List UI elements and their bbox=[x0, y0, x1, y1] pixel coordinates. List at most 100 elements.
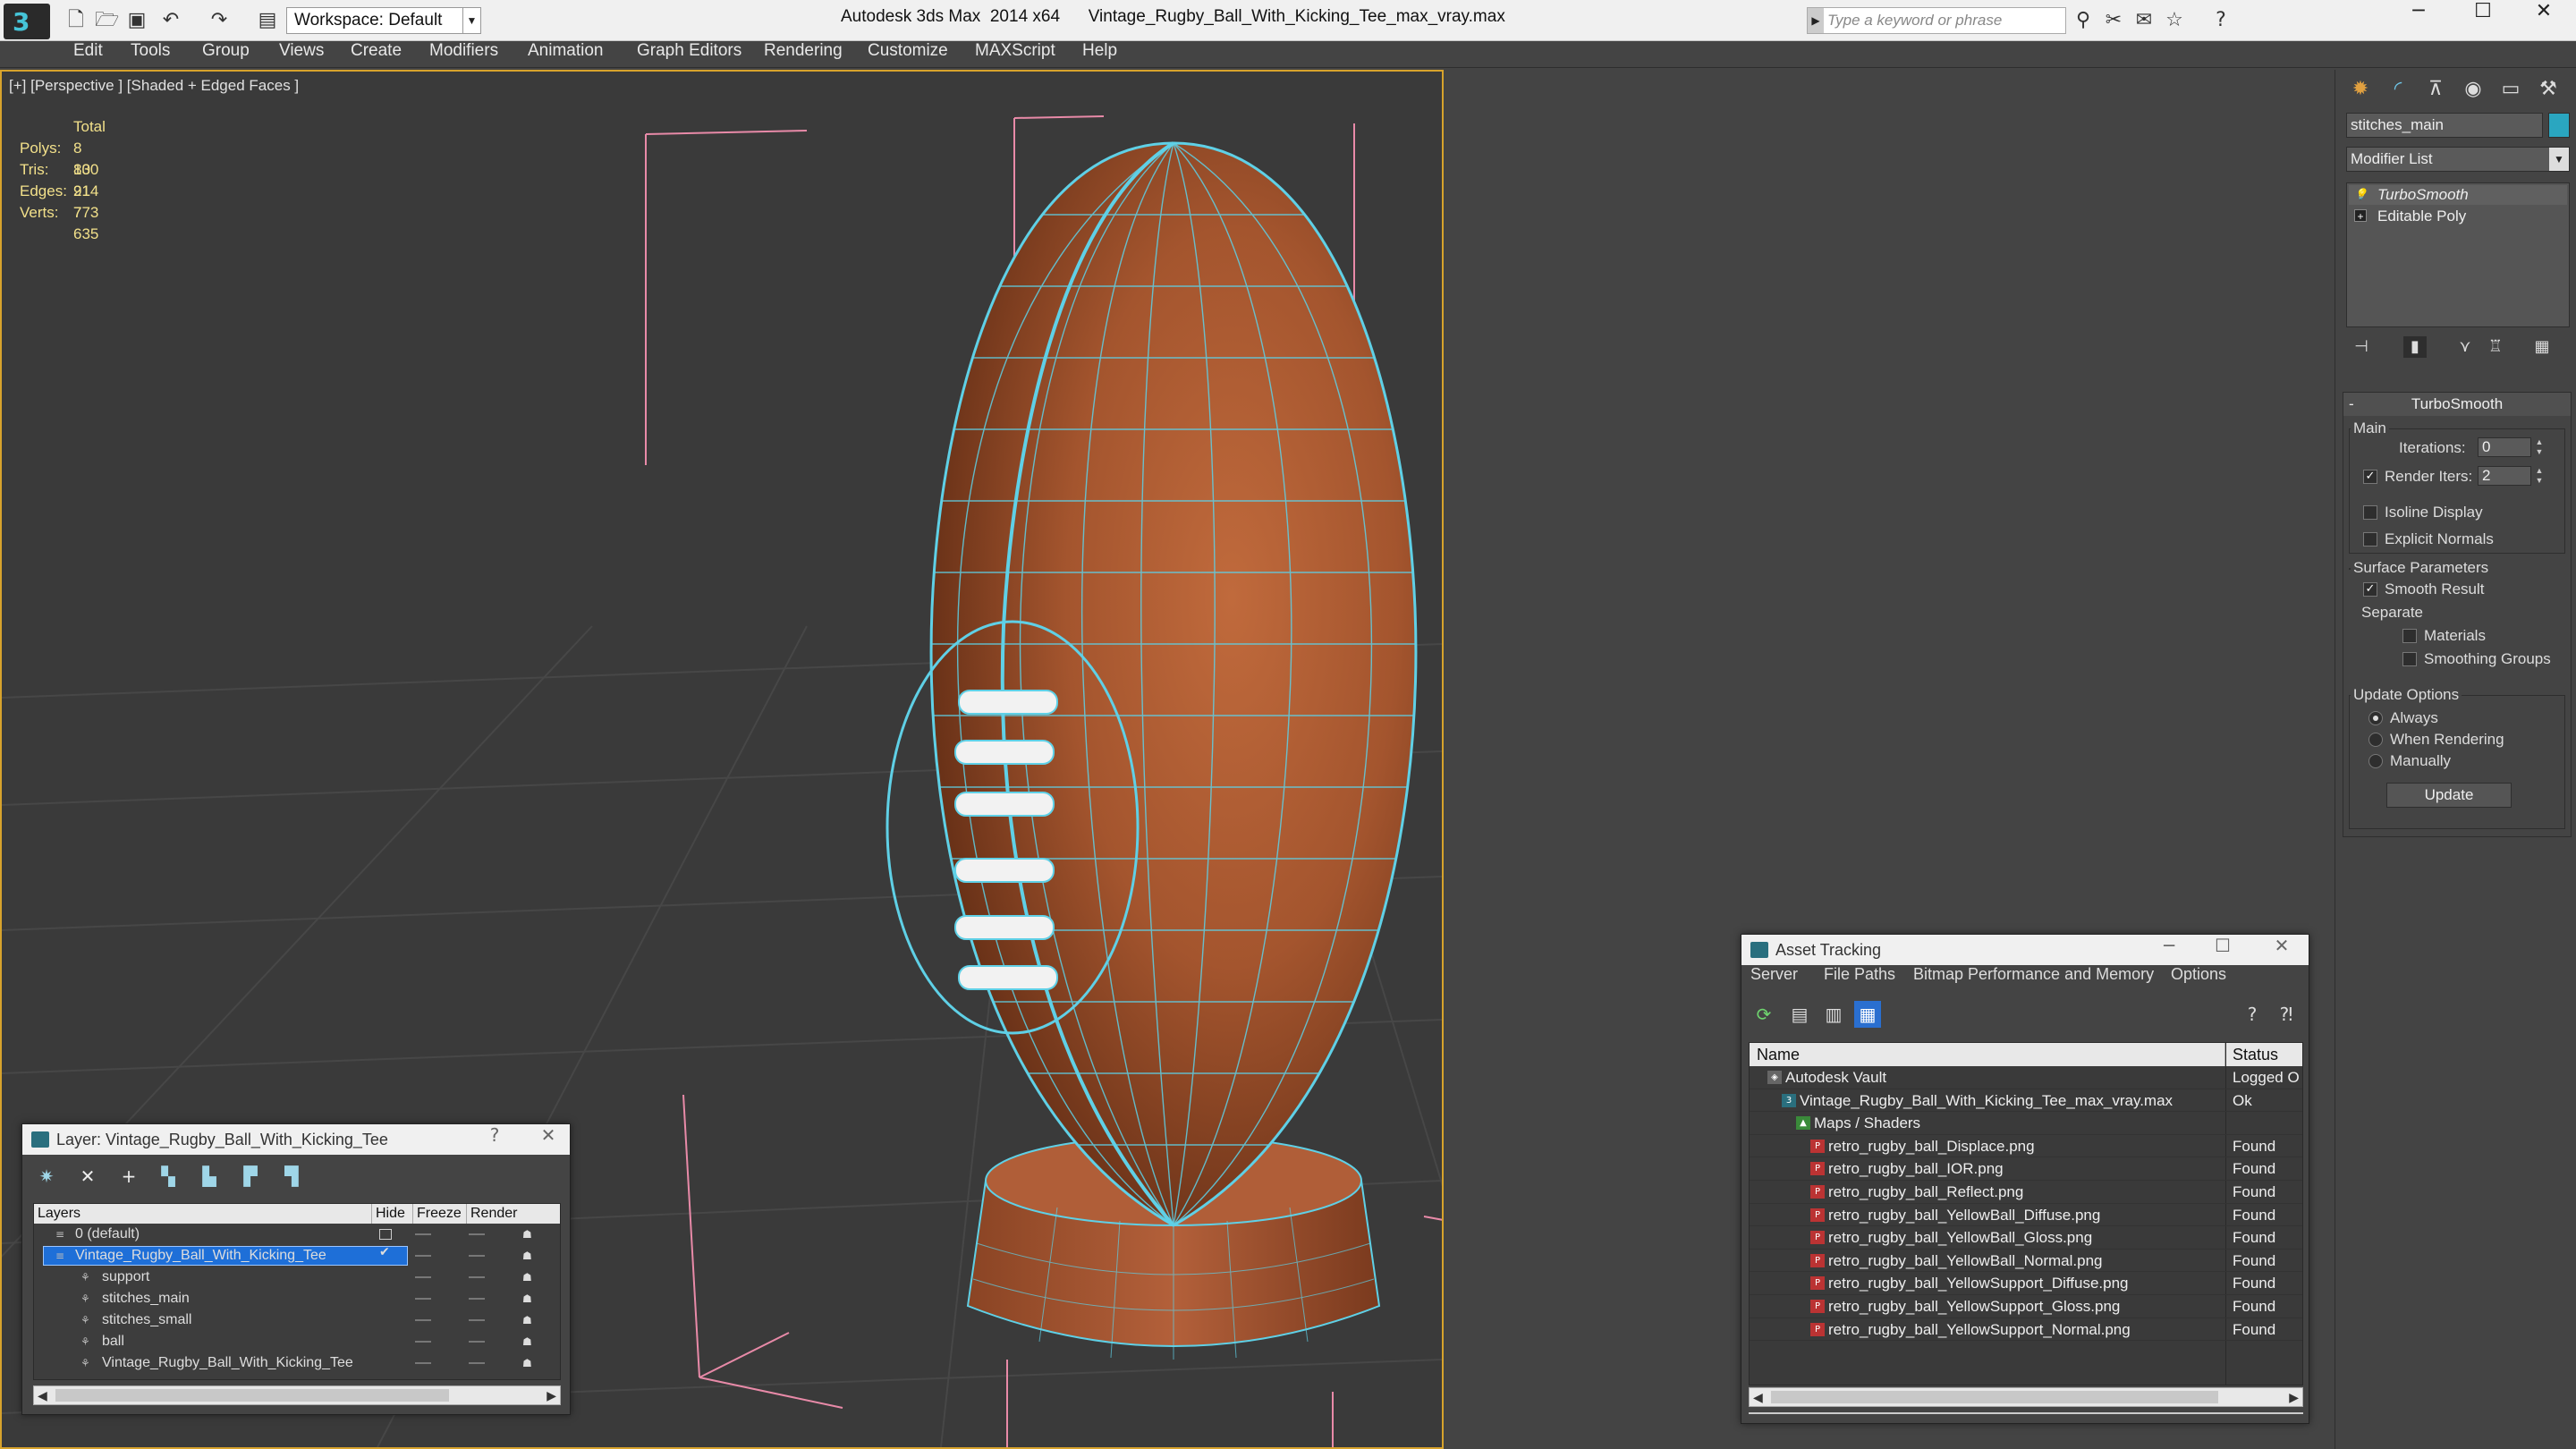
hierarchy-tab-icon[interactable]: ⊼ bbox=[2418, 73, 2453, 106]
menu-maxscript[interactable]: MAXScript bbox=[975, 41, 1055, 68]
column-header-status[interactable]: Status bbox=[2225, 1043, 2302, 1066]
column-header-render[interactable]: Render bbox=[467, 1204, 560, 1224]
render-teapot-icon[interactable]: ☗ bbox=[522, 1357, 537, 1369]
close-window-icon[interactable]: ✕ bbox=[2264, 935, 2300, 965]
asset-row[interactable]: Pretro_rugby_ball_Reflect.png Found bbox=[1750, 1181, 2302, 1204]
object-name-field[interactable]: stitches_main bbox=[2346, 113, 2543, 138]
layer-row[interactable]: ⚘ ball ☗ bbox=[34, 1331, 560, 1352]
isoline-display-checkbox[interactable] bbox=[2363, 505, 2377, 520]
hide-toggle[interactable] bbox=[415, 1276, 431, 1278]
show-end-result-icon[interactable]: ▮ bbox=[2403, 336, 2427, 358]
scroll-thumb[interactable] bbox=[1771, 1391, 2218, 1403]
asset-row[interactable]: Pretro_rugby_ball_YellowBall_Gloss.png Fo… bbox=[1750, 1226, 2302, 1250]
asset-row[interactable]: ◈ Autodesk Vault Logged O bbox=[1750, 1066, 2302, 1089]
create-layer-icon[interactable]: ✷ bbox=[33, 1164, 60, 1189]
modify-tab-icon[interactable]: ◜ bbox=[2380, 73, 2416, 106]
scroll-right-icon[interactable]: ▶ bbox=[2289, 1388, 2299, 1406]
column-header-name[interactable]: Name bbox=[1750, 1043, 2225, 1066]
current-layer-box-icon[interactable] bbox=[379, 1229, 392, 1240]
help-icon[interactable]: ? bbox=[2239, 1001, 2266, 1028]
object-color-swatch[interactable] bbox=[2548, 113, 2570, 138]
layer-row[interactable]: ≡ 0 (default) ☗ bbox=[34, 1224, 560, 1245]
help-context-icon[interactable]: ⁈ bbox=[2273, 1001, 2300, 1028]
communication-center-icon[interactable]: ✉ bbox=[2132, 9, 2156, 32]
current-layer-check-icon[interactable]: ✔ bbox=[379, 1245, 390, 1259]
search-tools-icon[interactable]: ✂ bbox=[2102, 9, 2125, 32]
motion-tab-icon[interactable]: ◉ bbox=[2455, 73, 2491, 106]
table-view-icon[interactable]: ▦ bbox=[1854, 1001, 1881, 1028]
minimize-button[interactable]: ─ bbox=[2151, 935, 2187, 965]
freeze-toggle[interactable] bbox=[469, 1319, 485, 1321]
tree-view-icon[interactable]: ▥ bbox=[1820, 1001, 1847, 1028]
render-teapot-icon[interactable]: ☗ bbox=[522, 1250, 537, 1262]
horizontal-scrollbar[interactable]: ◀ ▶ bbox=[1749, 1387, 2303, 1407]
project-folder-icon[interactable]: ▤ bbox=[256, 9, 279, 32]
refresh-icon[interactable]: ⟳ bbox=[1750, 1001, 1777, 1028]
menu-group[interactable]: Group bbox=[202, 41, 250, 68]
asset-row[interactable]: Pretro_rugby_ball_Displace.png Found bbox=[1750, 1135, 2302, 1158]
manually-radio[interactable] bbox=[2368, 754, 2383, 768]
menu-file[interactable]: File bbox=[1824, 965, 1850, 997]
select-objects-icon[interactable]: ▚ bbox=[155, 1164, 182, 1189]
menu-tools[interactable]: Tools bbox=[131, 41, 170, 68]
column-header-layers[interactable]: Layers bbox=[34, 1204, 372, 1224]
maximize-button[interactable]: ☐ bbox=[2205, 935, 2241, 965]
modifier-list-dropdown[interactable]: Modifier List ▼ bbox=[2346, 147, 2570, 172]
hide-toggle[interactable] bbox=[415, 1298, 431, 1300]
materials-checkbox[interactable] bbox=[2402, 629, 2417, 643]
binoculars-icon[interactable]: ⚲ bbox=[2072, 9, 2095, 32]
column-header-freeze[interactable]: Freeze bbox=[413, 1204, 467, 1224]
close-button[interactable]: ✕ bbox=[2512, 0, 2576, 38]
menu-views[interactable]: Views bbox=[279, 41, 324, 68]
menu-modifiers[interactable]: Modifiers bbox=[429, 41, 498, 68]
asset-row[interactable]: Pretro_rugby_ball_YellowSupport_Diffuse.… bbox=[1750, 1272, 2302, 1295]
app-menu-button[interactable]: 3 bbox=[4, 4, 50, 39]
set-current-layer-icon[interactable]: ▛ bbox=[237, 1164, 264, 1189]
freeze-toggle[interactable] bbox=[469, 1341, 485, 1343]
update-button[interactable]: Update bbox=[2386, 783, 2512, 808]
favorites-star-icon[interactable]: ☆ bbox=[2163, 9, 2186, 32]
save-file-icon[interactable]: ▣ bbox=[125, 9, 148, 32]
menu-edit[interactable]: Edit bbox=[73, 41, 103, 68]
hide-all-layers-icon[interactable]: ▜ bbox=[278, 1164, 305, 1189]
iterations-spinner[interactable]: 0 bbox=[2478, 437, 2531, 457]
render-iters-spinner[interactable]: 2 bbox=[2478, 466, 2531, 486]
list-view-icon[interactable]: ▤ bbox=[1786, 1001, 1813, 1028]
minimize-button[interactable]: ─ bbox=[2386, 0, 2451, 38]
layer-row[interactable]: ⚘ support ☗ bbox=[34, 1267, 560, 1288]
menu-bitmap-performance[interactable]: Bitmap Performance and Memory bbox=[1913, 965, 2154, 997]
freeze-toggle[interactable] bbox=[469, 1276, 485, 1278]
rollout-header[interactable]: - TurboSmooth bbox=[2343, 393, 2571, 416]
layer-row[interactable]: ⚘ stitches_small ☗ bbox=[34, 1309, 560, 1331]
open-file-icon[interactable]: 🗁 bbox=[95, 9, 119, 32]
menu-graph-editors[interactable]: Graph Editors bbox=[637, 41, 741, 68]
spinner-arrows-icon[interactable]: ▲ ▼ bbox=[2533, 437, 2546, 457]
create-tab-icon[interactable]: ✹ bbox=[2343, 73, 2378, 106]
asset-row[interactable]: Pretro_rugby_ball_YellowSupport_Normal.p… bbox=[1750, 1318, 2302, 1342]
remove-modifier-icon[interactable]: ♖ bbox=[2484, 336, 2507, 358]
menu-animation[interactable]: Animation bbox=[528, 41, 604, 68]
always-radio[interactable] bbox=[2368, 711, 2383, 725]
column-header-hide[interactable]: Hide bbox=[372, 1204, 413, 1224]
menu-create[interactable]: Create bbox=[351, 41, 402, 68]
select-layer-icon[interactable]: ▙ bbox=[196, 1164, 223, 1189]
asset-row[interactable]: 3 Vintage_Rugby_Ball_With_Kicking_Tee_max… bbox=[1750, 1089, 2302, 1113]
spinner-arrows-icon[interactable]: ▲ ▼ bbox=[2533, 466, 2546, 486]
hide-toggle[interactable] bbox=[415, 1362, 431, 1364]
layer-row[interactable]: ≡ Vintage_Rugby_Ball_With_Kicking_Tee ✔ … bbox=[34, 1245, 560, 1267]
new-file-icon[interactable]: 🗋 bbox=[64, 9, 88, 32]
asset-row[interactable]: Pretro_rugby_ball_YellowBall_Normal.png F… bbox=[1750, 1250, 2302, 1273]
make-unique-icon[interactable]: ⋎ bbox=[2453, 336, 2477, 358]
asset-row[interactable]: Pretro_rugby_ball_YellowSupport_Gloss.pn… bbox=[1750, 1295, 2302, 1318]
when-rendering-radio[interactable] bbox=[2368, 733, 2383, 747]
delete-layer-icon[interactable]: ✕ bbox=[74, 1164, 101, 1189]
asset-row[interactable]: Pretro_rugby_ball_YellowBall_Diffuse.png… bbox=[1750, 1204, 2302, 1227]
menu-customize[interactable]: Customize bbox=[868, 41, 948, 68]
asset-row[interactable]: Pretro_rugby_ball_IOR.png Found bbox=[1750, 1157, 2302, 1181]
freeze-toggle[interactable] bbox=[469, 1233, 485, 1235]
render-teapot-icon[interactable]: ☗ bbox=[522, 1292, 537, 1305]
search-input[interactable]: ▶ Type a keyword or phrase bbox=[1807, 7, 2066, 34]
scroll-left-icon[interactable]: ◀ bbox=[1753, 1388, 1763, 1406]
lightbulb-icon[interactable]: 💡 bbox=[2354, 188, 2368, 200]
close-window-icon[interactable]: ✕ bbox=[530, 1124, 566, 1155]
